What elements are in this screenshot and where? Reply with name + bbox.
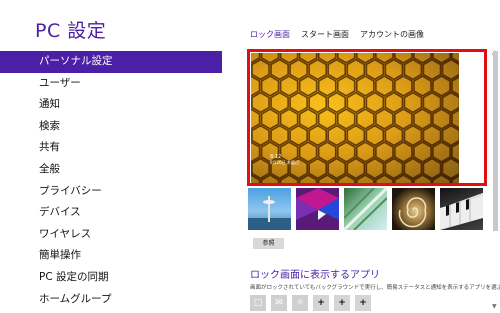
lock-screen-apps-description: 画面がロックされていてもバックグラウンドで実行し、簡易ステータスと通知を表示する… [250, 285, 500, 291]
vertical-scrollbar[interactable]: ▲ ▼ [492, 49, 499, 310]
thumbnail-space-needle[interactable] [248, 188, 291, 230]
tab-start-screen[interactable]: スタート画面 [301, 29, 349, 40]
tab-bar: ロック画面 スタート画面 アカウントの画像 [250, 29, 424, 40]
add-app-button[interactable]: + [313, 295, 329, 311]
background-thumbnails [248, 188, 483, 230]
sidebar-item-general[interactable]: 全般 [0, 159, 222, 181]
honeycomb-background-image: 8:12 9月26日 木曜日 [251, 53, 459, 183]
app-slot-weather-icon[interactable]: ☼ [292, 295, 308, 311]
lock-screen-app-slots: □ ✉ ☼ + + + [250, 295, 371, 311]
geometric-image [296, 188, 339, 220]
sidebar-item-devices[interactable]: デバイス [0, 202, 222, 224]
sidebar-item-sync[interactable]: PC 設定の同期 [0, 267, 222, 289]
sidebar-item-privacy[interactable]: プライバシー [0, 181, 222, 203]
app-slot-messaging-icon[interactable]: □ [250, 295, 266, 311]
sidebar-item-notifications[interactable]: 通知 [0, 94, 222, 116]
space-needle-image [248, 196, 291, 230]
nautilus-shell-image [398, 197, 427, 228]
thumbnail-nautilus[interactable] [392, 188, 435, 230]
sidebar-item-share[interactable]: 共有 [0, 137, 222, 159]
personalize-panel: ロック画面 スタート画面 アカウントの画像 8:12 9月26日 木曜日 参照 … [222, 0, 500, 313]
lock-screen-apps-heading: ロック画面に表示するアプリ [250, 270, 380, 281]
add-app-button[interactable]: + [355, 295, 371, 311]
tab-lock-screen[interactable]: ロック画面 [250, 29, 290, 40]
sidebar-item-personalize[interactable]: パーソナル設定 [0, 51, 222, 73]
scrollbar-thumb[interactable] [493, 51, 498, 231]
preview-clock-date: 9月26日 木曜日 [270, 160, 299, 165]
sidebar-item-ease-of-access[interactable]: 簡単操作 [0, 245, 222, 267]
sidebar-item-users[interactable]: ユーザー [0, 73, 222, 95]
escalator-image [344, 188, 387, 230]
piano-keys-image [440, 196, 483, 230]
add-app-button[interactable]: + [334, 295, 350, 311]
page-title: PC 設定 [35, 20, 107, 42]
thumbnail-piano[interactable] [440, 188, 483, 230]
sidebar-nav: パーソナル設定 ユーザー 通知 検索 共有 全般 プライバシー デバイス ワイヤ… [0, 51, 222, 310]
sidebar-item-homegroup[interactable]: ホームグループ [0, 289, 222, 311]
tab-account-picture[interactable]: アカウントの画像 [360, 29, 424, 40]
sidebar-item-search[interactable]: 検索 [0, 116, 222, 138]
thumbnail-geometric[interactable] [296, 188, 339, 230]
thumbnail-escalator[interactable] [344, 188, 387, 230]
settings-sidebar: PC 設定 パーソナル設定 ユーザー 通知 検索 共有 全般 プライバシー デバ… [0, 0, 222, 313]
sidebar-item-wireless[interactable]: ワイヤレス [0, 224, 222, 246]
scroll-down-icon[interactable]: ▼ [492, 303, 497, 310]
lock-screen-preview: 8:12 9月26日 木曜日 [247, 49, 487, 186]
browse-button[interactable]: 参照 [253, 238, 284, 249]
app-slot-mail-icon[interactable]: ✉ [271, 295, 287, 311]
